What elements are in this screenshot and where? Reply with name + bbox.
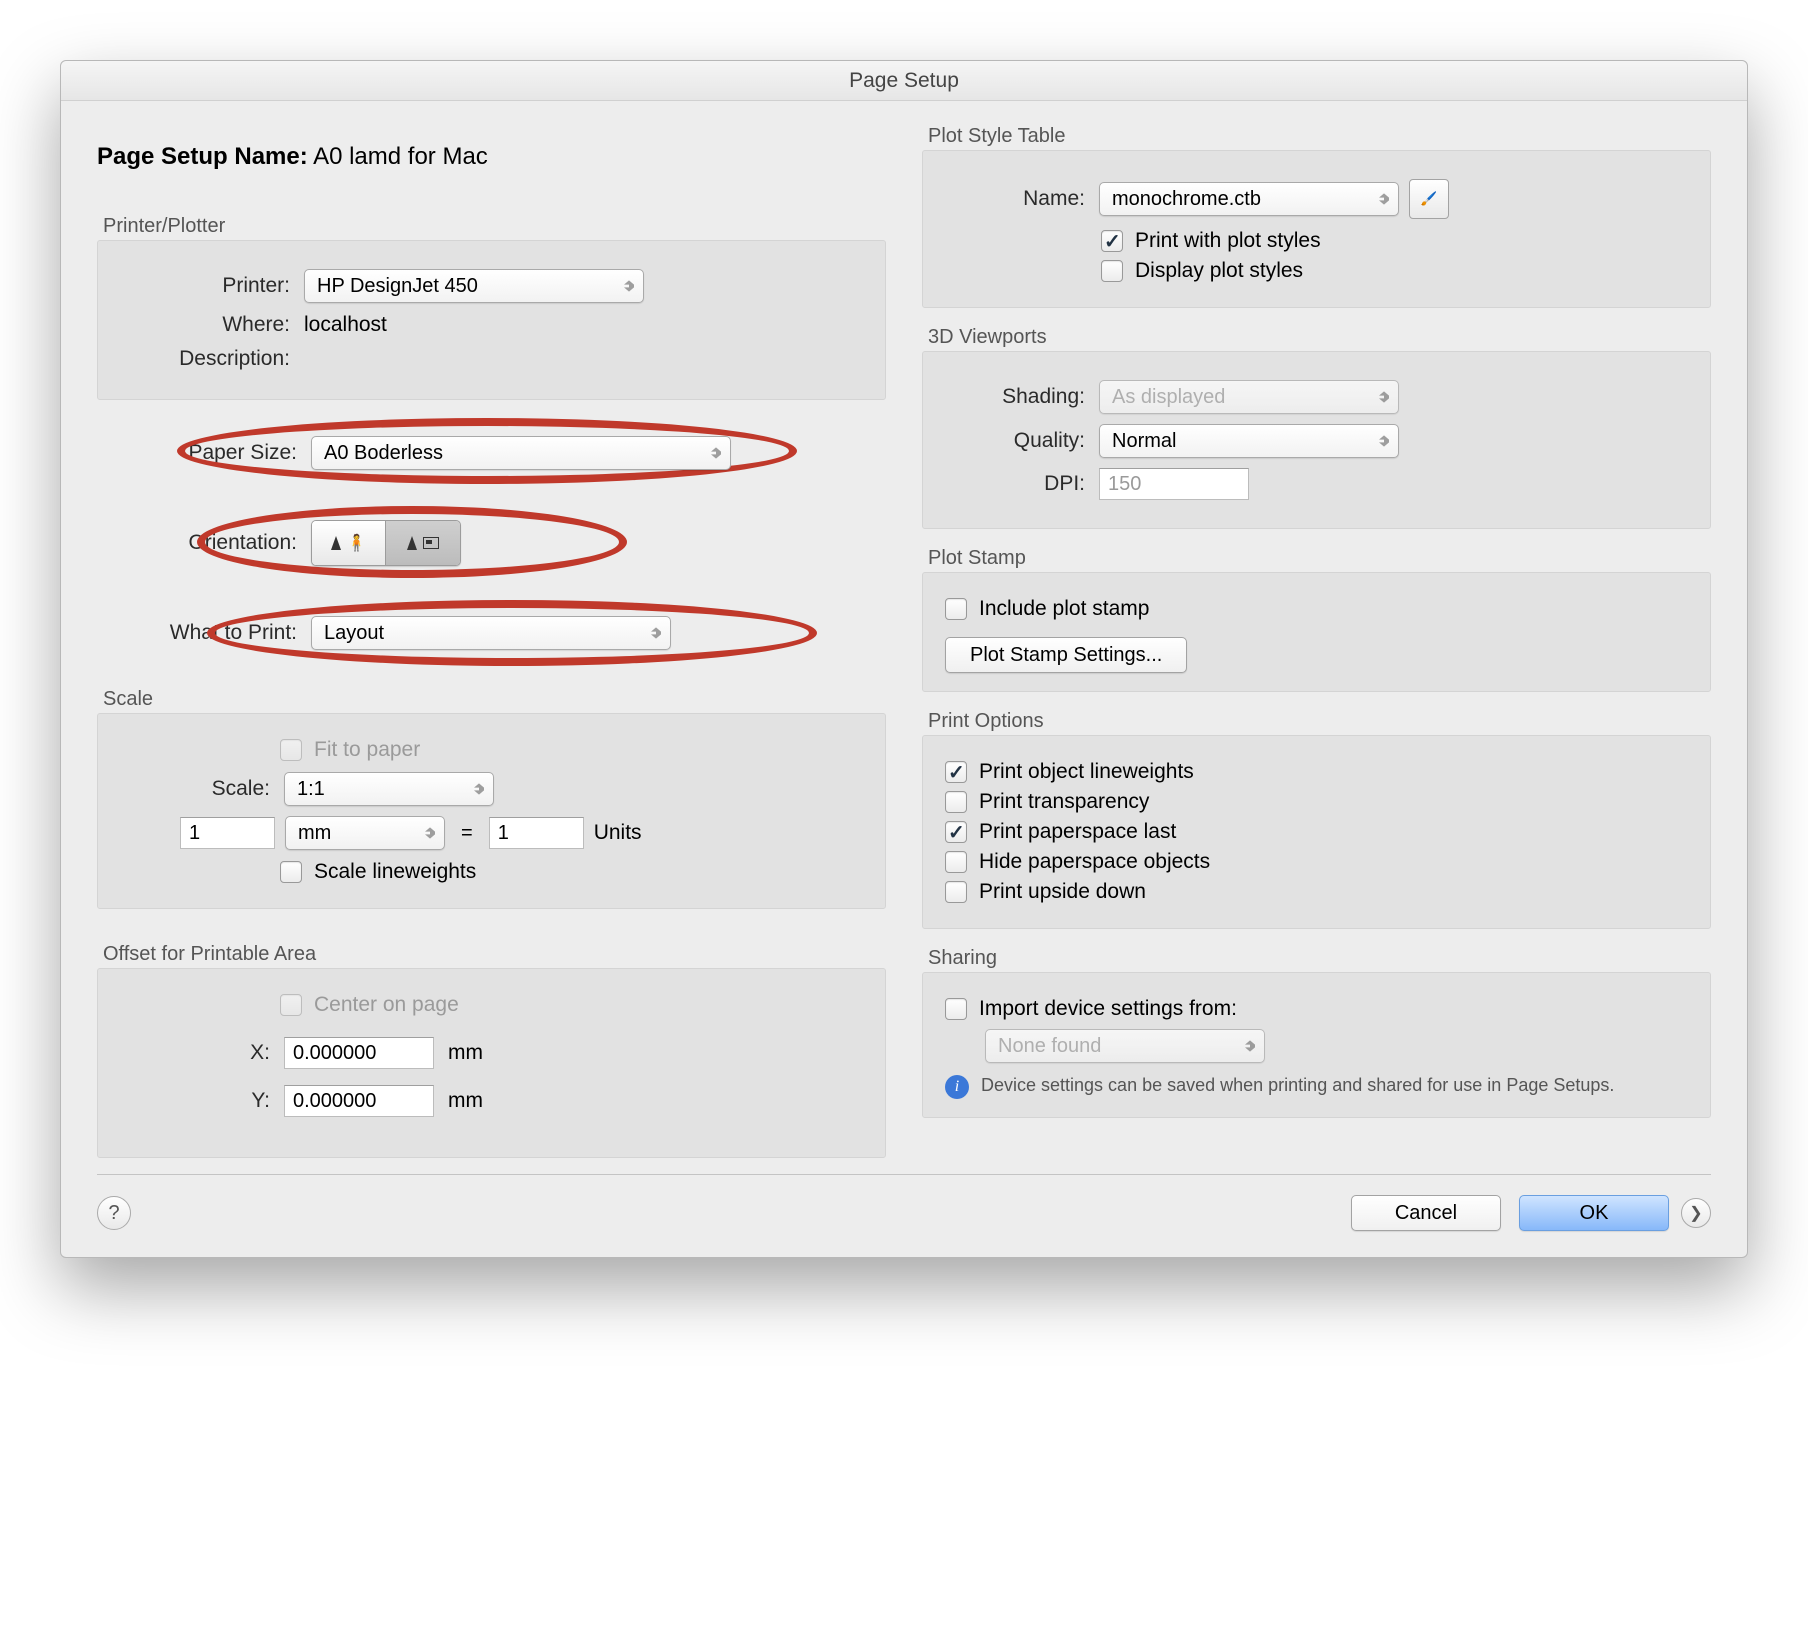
ok-button[interactable]: OK [1519,1195,1669,1231]
print-with-plot-styles-label: Print with plot styles [1135,229,1321,253]
what-to-print-select[interactable]: Layout [311,616,671,650]
fit-to-paper-label: Fit to paper [314,738,420,762]
scale-unit-select[interactable]: mm [285,816,445,850]
orientation-landscape-button[interactable] [386,521,460,565]
quality-label: Quality: [945,429,1085,453]
equals-label: = [461,822,473,845]
plot-stamp-settings-button[interactable]: Plot Stamp Settings... [945,637,1187,673]
print-lineweights-checkbox[interactable] [945,761,967,783]
arrow-up-icon [407,536,417,550]
description-label: Description: [120,347,290,371]
page-setup-dialog: Page Setup Page Setup Name: A0 lamd for … [60,60,1748,1258]
offset-x-label: X: [120,1041,270,1065]
help-button[interactable]: ? [97,1196,131,1230]
orientation-segment: 🧍 [311,520,461,566]
fit-to-paper-checkbox [280,739,302,761]
printer-plotter-legend: Printer/Plotter [103,215,886,238]
sharing-legend: Sharing [928,947,1711,970]
print-options-legend: Print Options [928,710,1711,733]
printer-label: Printer: [120,274,290,298]
import-device-settings-label: Import device settings from: [979,997,1237,1021]
print-transparency-label: Print transparency [979,790,1149,814]
print-upside-down-checkbox[interactable] [945,881,967,903]
scale-select[interactable]: 1:1 [284,772,494,806]
cancel-button[interactable]: Cancel [1351,1195,1501,1231]
printer-select[interactable]: HP DesignJet 450 [304,269,644,303]
include-plot-stamp-label: Include plot stamp [979,597,1149,621]
sharing-info-text: Device settings can be saved when printi… [981,1075,1614,1099]
offset-legend: Offset for Printable Area [103,943,886,966]
display-plot-styles-checkbox[interactable] [1101,260,1123,282]
dpi-input [1099,468,1249,500]
print-options-group: Print object lineweights Print transpare… [922,735,1711,929]
scale-lineweights-label: Scale lineweights [314,860,476,884]
print-upside-down-label: Print upside down [979,880,1146,904]
display-plot-styles-label: Display plot styles [1135,259,1303,283]
page-setup-name-value: A0 lamd for Mac [313,143,488,170]
pencil-icon: 🖌️ [1421,191,1438,207]
where-value: localhost [304,313,387,337]
units-label: Units [594,821,642,845]
footer-divider [97,1174,1711,1175]
person-icon: 🧍 [347,533,367,553]
landscape-doc-icon [423,537,439,549]
arrow-up-icon [331,536,341,550]
edit-plot-style-button[interactable]: 🖌️ [1409,179,1449,219]
offset-x-input[interactable] [284,1037,434,1069]
dpi-label: DPI: [945,472,1085,496]
scale-right-input[interactable] [489,817,584,849]
offset-y-input[interactable] [284,1085,434,1117]
viewports-group: Shading: As displayed Quality: Normal DP… [922,351,1711,529]
printer-plotter-group: Printer: HP DesignJet 450 Where: localho… [97,240,886,400]
hide-paperspace-label: Hide paperspace objects [979,850,1210,874]
print-transparency-checkbox[interactable] [945,791,967,813]
window-title: Page Setup [61,61,1747,101]
print-with-plot-styles-checkbox[interactable] [1101,230,1123,252]
print-paperspace-last-checkbox[interactable] [945,821,967,843]
paper-size-label: Paper Size: [97,441,297,465]
center-on-page-checkbox [280,994,302,1016]
include-plot-stamp-checkbox[interactable] [945,598,967,620]
sharing-group: Import device settings from: None found … [922,972,1711,1118]
viewports-legend: 3D Viewports [928,326,1711,349]
expand-button[interactable]: ❯ [1681,1198,1711,1228]
chevron-right-icon: ❯ [1689,1203,1702,1223]
plot-stamp-group: Include plot stamp Plot Stamp Settings..… [922,572,1711,692]
info-icon: i [945,1075,969,1099]
paper-size-select[interactable]: A0 Boderless [311,436,731,470]
where-label: Where: [120,313,290,337]
what-to-print-label: What to Print: [97,621,297,645]
scale-left-input[interactable] [180,817,275,849]
page-setup-name-label: Page Setup Name: [97,143,308,170]
scale-group: Fit to paper Scale: 1:1 mm = [97,713,886,909]
scale-legend: Scale [103,688,886,711]
offset-y-label: Y: [120,1089,270,1113]
shading-select: As displayed [1099,380,1399,414]
offset-x-unit: mm [448,1041,483,1065]
import-source-select: None found [985,1029,1265,1063]
plot-style-name-label: Name: [945,187,1085,211]
import-device-settings-checkbox[interactable] [945,998,967,1020]
plot-style-group: Name: monochrome.ctb 🖌️ Print with plot … [922,150,1711,308]
plot-style-name-select[interactable]: monochrome.ctb [1099,182,1399,216]
hide-paperspace-checkbox[interactable] [945,851,967,873]
orientation-portrait-button[interactable]: 🧍 [312,521,386,565]
page-setup-name-row: Page Setup Name: A0 lamd for Mac [97,143,886,171]
offset-y-unit: mm [448,1089,483,1113]
orientation-label: Orientation: [97,531,297,555]
scale-lineweights-checkbox[interactable] [280,861,302,883]
plot-stamp-legend: Plot Stamp [928,547,1711,570]
plot-style-legend: Plot Style Table [928,125,1711,148]
offset-group: Center on page X: mm Y: mm [97,968,886,1158]
center-on-page-label: Center on page [314,993,459,1017]
quality-select[interactable]: Normal [1099,424,1399,458]
scale-label: Scale: [120,777,270,801]
print-paperspace-last-label: Print paperspace last [979,820,1176,844]
shading-label: Shading: [945,385,1085,409]
print-lineweights-label: Print object lineweights [979,760,1194,784]
